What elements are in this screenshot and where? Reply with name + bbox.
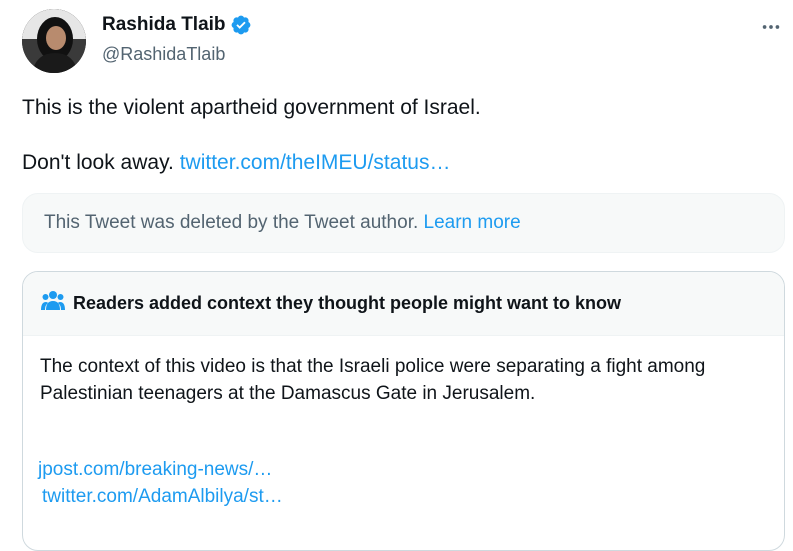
- verified-badge-icon[interactable]: [230, 14, 252, 36]
- deleted-notice-text: This Tweet was deleted by the Tweet auth…: [44, 212, 419, 233]
- community-note: Readers added context they thought peopl…: [22, 271, 785, 551]
- deleted-tweet-notice: This Tweet was deleted by the Tweet auth…: [22, 193, 785, 253]
- tweet-text-line-1: This is the violent apartheid government…: [22, 96, 481, 119]
- more-options-button[interactable]: [756, 12, 786, 42]
- community-note-header[interactable]: Readers added context they thought peopl…: [23, 272, 784, 336]
- note-source-link-1[interactable]: jpost.com/breaking-news/…: [38, 459, 272, 481]
- note-source-link-2[interactable]: twitter.com/AdamAlbilya/st…: [42, 486, 283, 508]
- more-options-icon: [762, 25, 780, 29]
- community-note-title: Readers added context they thought peopl…: [73, 293, 622, 313]
- author-display-name[interactable]: Rashida Tlaib: [102, 14, 226, 36]
- author-name-row: Rashida Tlaib: [102, 14, 252, 36]
- author-handle[interactable]: @RashidaTlaib: [102, 44, 225, 65]
- learn-more-link[interactable]: Learn more: [424, 212, 521, 234]
- community-note-body: The context of this video is that the Is…: [40, 356, 706, 404]
- avatar[interactable]: [22, 9, 86, 73]
- readers-people-icon: [41, 290, 65, 317]
- tweet-text: Don't look away.: [22, 151, 174, 174]
- tweet-link[interactable]: twitter.com/theIMEU/status…: [180, 151, 451, 174]
- tweet-text-line-2: Don't look away. twitter.com/theIMEU/sta…: [22, 151, 450, 175]
- avatar-image: [22, 9, 86, 73]
